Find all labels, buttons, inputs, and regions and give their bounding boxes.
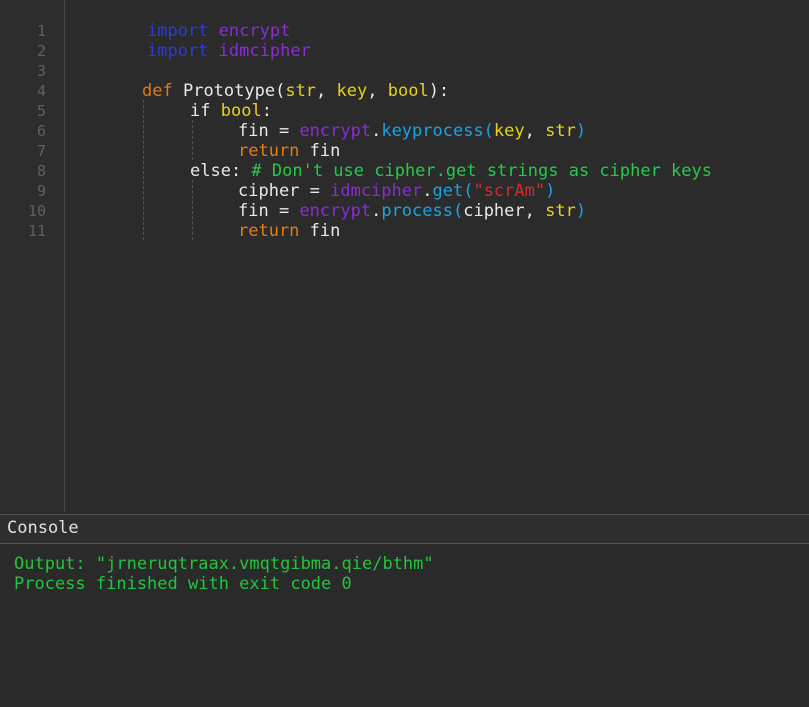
method-call: process(	[381, 201, 464, 221]
if-keyword: if	[190, 101, 211, 121]
method-call: keyprocess(	[381, 121, 494, 141]
paren: )	[575, 201, 587, 221]
indent-guide	[192, 120, 193, 160]
dot: .	[371, 201, 382, 221]
line-number: 9	[36, 182, 46, 200]
line-number: 7	[36, 142, 46, 160]
console-title: Console	[7, 518, 79, 538]
dot: .	[371, 121, 382, 141]
import-keyword: import	[147, 21, 209, 41]
line-number: 5	[36, 102, 46, 120]
parameter: bool	[387, 81, 429, 101]
code-line-9[interactable]: cipher = idmcipher.get("scrAm")	[238, 181, 555, 201]
separator: ,	[367, 81, 388, 101]
code-line-5[interactable]: if bool:	[190, 101, 272, 121]
paren: )	[545, 181, 556, 201]
assignment: cipher =	[238, 181, 331, 201]
else-keyword: else:	[190, 161, 242, 181]
console-status-line: Process finished with exit code 0	[14, 574, 352, 594]
argument: key	[493, 121, 525, 141]
separator: ,	[316, 81, 337, 101]
function-name: Prototype(	[182, 81, 286, 101]
parameter: key	[336, 81, 368, 101]
line-number: 6	[36, 122, 46, 140]
assignment: fin =	[238, 201, 300, 221]
code-line-2[interactable]: import idmcipher	[147, 41, 311, 61]
code-line-1[interactable]: import encrypt	[147, 21, 290, 41]
assignment: fin =	[238, 121, 300, 141]
colon: :	[261, 101, 272, 121]
return-value: fin	[299, 141, 341, 161]
argument: str	[545, 201, 576, 221]
line-number: 4	[36, 82, 46, 100]
line-number: 10	[27, 202, 46, 220]
module-name: encrypt	[299, 201, 372, 221]
console-output[interactable]: Output: "jrneruqtraax.vmqtgibma.qie/bthm…	[0, 544, 809, 707]
code-line-4[interactable]: def Prototype(str, key, bool):	[142, 81, 449, 101]
separator: ,	[524, 121, 546, 141]
code-line-8[interactable]: else: # Don't use cipher.get strings as …	[190, 161, 712, 181]
module-name: idmcipher	[218, 41, 311, 61]
def-keyword: def	[142, 81, 173, 101]
argument: str	[545, 121, 576, 141]
method-call: get(	[432, 181, 474, 201]
code-line-10[interactable]: fin = encrypt.process(cipher, str)	[238, 201, 586, 221]
line-number: 2	[36, 42, 46, 60]
module-name: idmcipher	[330, 181, 423, 201]
return-keyword: return	[238, 141, 300, 161]
return-value: fin	[299, 221, 341, 241]
paren: ):	[428, 81, 450, 101]
import-keyword: import	[147, 41, 209, 61]
argument: cipher	[463, 201, 525, 221]
line-number: 3	[36, 62, 46, 80]
console-header: Console	[0, 514, 809, 544]
code-line-6[interactable]: fin = encrypt.keyprocess(key, str)	[238, 121, 586, 141]
return-keyword: return	[238, 221, 300, 241]
string-literal: "scrAm"	[473, 181, 546, 201]
module-name: encrypt	[218, 21, 291, 41]
dot: .	[422, 181, 433, 201]
indent-guide	[143, 100, 144, 240]
line-number-gutter: 1 2 3 4 5 6 7 8 9 10 11	[0, 0, 65, 512]
parameter: str	[285, 81, 317, 101]
condition: bool	[220, 101, 262, 121]
module-name: encrypt	[299, 121, 372, 141]
line-number: 11	[27, 222, 46, 240]
code-line-11[interactable]: return fin	[238, 221, 340, 241]
line-number: 1	[36, 22, 46, 40]
console-output-line: Output: "jrneruqtraax.vmqtgibma.qie/bthm…	[14, 554, 434, 574]
code-line-7[interactable]: return fin	[238, 141, 340, 161]
separator: ,	[524, 201, 546, 221]
paren: )	[575, 121, 587, 141]
line-number: 8	[36, 162, 46, 180]
indent-guide	[192, 180, 193, 240]
code-editor[interactable]: 1 2 3 4 5 6 7 8 9 10 11 import encrypt i…	[0, 0, 809, 512]
code-comment: # Don't use cipher.get strings as cipher…	[241, 161, 712, 181]
